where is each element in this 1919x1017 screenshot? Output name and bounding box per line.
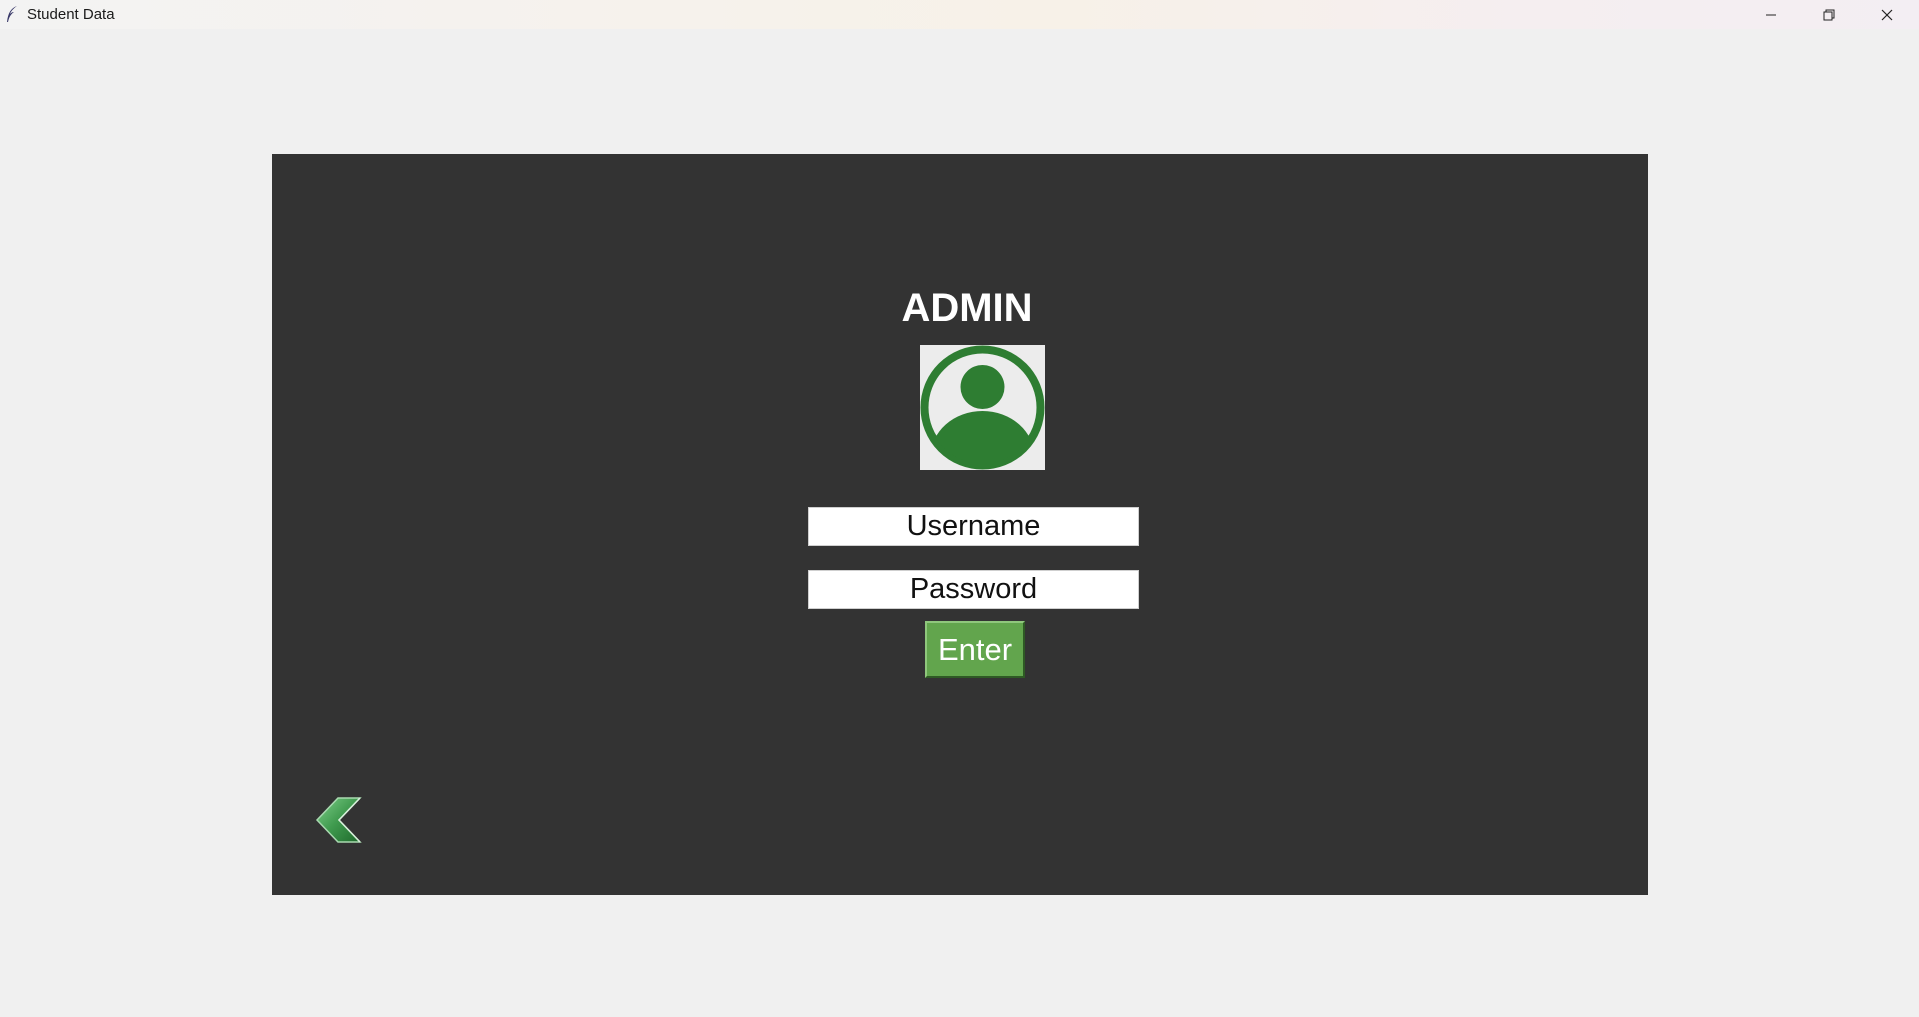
login-panel: ADMIN Enter [272,154,1648,895]
enter-button[interactable]: Enter [925,621,1025,678]
title-bar: Student Data [0,0,1919,29]
minimize-icon [1766,14,1776,15]
close-icon [1881,9,1893,20]
back-button[interactable] [314,794,366,846]
window-title: Student Data [27,6,115,23]
user-avatar-icon [920,345,1045,470]
minimize-button[interactable] [1742,0,1800,29]
restore-icon [1823,9,1835,20]
password-field[interactable] [808,570,1139,609]
close-button[interactable] [1858,0,1916,29]
feather-icon [7,6,17,22]
avatar [920,345,1045,470]
back-chevron-icon [315,797,362,843]
restore-button[interactable] [1800,0,1858,29]
username-field[interactable] [808,507,1139,546]
page-title: ADMIN [901,286,1033,330]
